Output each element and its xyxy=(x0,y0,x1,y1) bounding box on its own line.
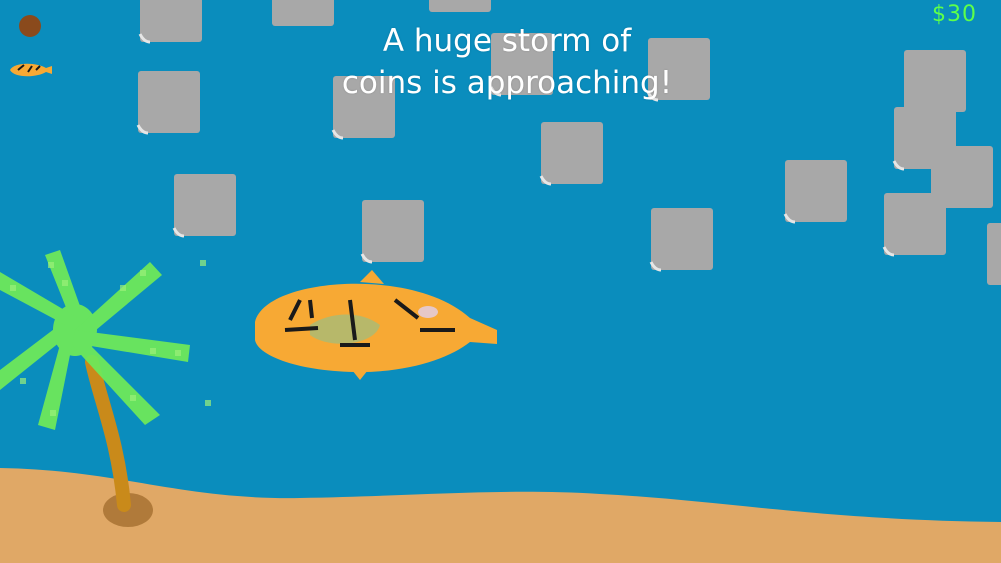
coin-block-icon xyxy=(882,193,946,257)
coin-block-icon xyxy=(649,208,713,272)
coin-block-icon xyxy=(783,160,847,224)
coin-block-icon xyxy=(429,0,491,12)
storm-warning-message: A huge storm of coins is approaching! xyxy=(300,20,714,104)
message-line-1: A huge storm of xyxy=(382,23,632,59)
coin-block-icon xyxy=(904,50,966,112)
coin-block-icon xyxy=(539,122,603,186)
coin-block-icon xyxy=(360,200,424,264)
coin-block-icon xyxy=(138,0,202,44)
coin-block-icon xyxy=(172,174,236,238)
coin-block-icon xyxy=(136,71,200,135)
coin-block-icon xyxy=(987,223,1001,285)
food-pellet-icon xyxy=(19,15,41,37)
message-line-2: coins is approaching! xyxy=(341,65,673,101)
money-counter: $30 xyxy=(932,2,977,27)
